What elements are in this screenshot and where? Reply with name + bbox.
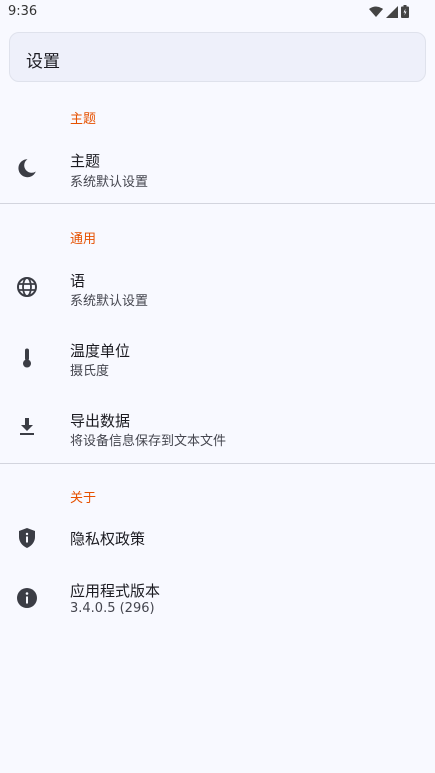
setting-title: 隐私权政策 [70, 530, 146, 548]
status-bar: 9:36 [0, 0, 435, 24]
setting-item-language[interactable]: 语 系统默认设置 [0, 258, 435, 318]
setting-subtitle: 系统默认设置 [70, 294, 149, 309]
setting-subtitle: 将设备信息保存到文本文件 [70, 434, 227, 449]
globe-icon [17, 277, 37, 297]
setting-subtitle: 3.4.0.5 (296) [70, 601, 155, 616]
setting-item-app-version[interactable]: 应用程式版本 3.4.0.5 (296) [0, 568, 435, 628]
setting-item-export-data[interactable]: 导出数据 将设备信息保存到文本文件 [0, 398, 435, 458]
thermometer-icon [23, 348, 31, 368]
setting-title: 温度单位 [70, 342, 131, 360]
signal-icon [386, 5, 398, 18]
wifi-icon [369, 6, 383, 17]
download-icon [20, 418, 34, 435]
section-header-general: 通用 [70, 232, 97, 247]
shield-icon [19, 528, 35, 548]
setting-title: 语 [70, 272, 86, 290]
divider [0, 203, 435, 204]
section-header-about: 关于 [70, 491, 97, 506]
settings-search-bar[interactable]: 设置 [9, 32, 426, 82]
page-title: 设置 [26, 52, 60, 72]
battery-icon [401, 5, 409, 18]
section-header-theme: 主题 [70, 112, 97, 127]
setting-title: 导出数据 [70, 412, 131, 430]
setting-item-temperature-unit[interactable]: 温度单位 摄氏度 [0, 328, 435, 388]
setting-title: 应用程式版本 [70, 582, 161, 600]
setting-item-privacy-policy[interactable]: 隐私权政策 [0, 508, 435, 568]
status-time: 9:36 [8, 4, 38, 19]
info-icon [17, 588, 37, 608]
setting-subtitle: 摄氏度 [70, 364, 110, 379]
status-icons [369, 5, 409, 18]
setting-subtitle: 系统默认设置 [70, 175, 149, 190]
moon-icon [18, 159, 36, 178]
setting-title: 主题 [70, 152, 101, 170]
divider [0, 463, 435, 464]
setting-item-theme[interactable]: 主题 系统默认设置 [0, 138, 435, 198]
